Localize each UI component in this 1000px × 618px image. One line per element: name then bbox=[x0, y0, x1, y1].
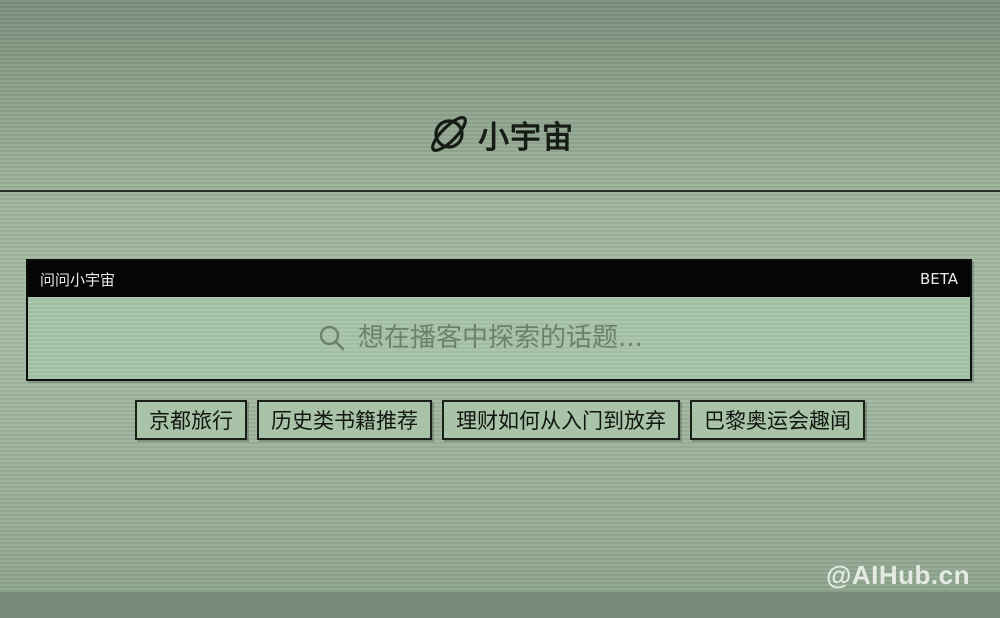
beta-badge: BETA bbox=[919, 270, 958, 288]
suggestion-chip[interactable]: 理财如何从入门到放弃 bbox=[442, 400, 680, 440]
logo[interactable]: 小宇宙 bbox=[0, 108, 1000, 160]
ask-panel-body[interactable] bbox=[28, 297, 970, 379]
ask-panel-header: 问问小宇宙 BETA bbox=[28, 261, 970, 297]
ask-panel-title: 问问小宇宙 bbox=[40, 270, 116, 289]
suggestion-chip[interactable]: 巴黎奥运会趣闻 bbox=[690, 400, 865, 440]
suggestion-chip[interactable]: 历史类书籍推荐 bbox=[257, 400, 432, 440]
logo-text: 小宇宙 bbox=[478, 119, 574, 156]
planet-icon bbox=[426, 111, 472, 157]
suggestion-chip[interactable]: 京都旅行 bbox=[135, 400, 247, 440]
suggestion-chips: 京都旅行 历史类书籍推荐 理财如何从入门到放弃 巴黎奥运会趣闻 bbox=[0, 400, 1000, 440]
header-band bbox=[0, 0, 1000, 192]
watermark: @AIHub.cn bbox=[826, 560, 970, 590]
search-icon bbox=[318, 324, 346, 352]
bottom-strip bbox=[0, 592, 1000, 618]
ask-panel: 问问小宇宙 BETA bbox=[26, 259, 972, 381]
search-input[interactable] bbox=[356, 322, 680, 354]
